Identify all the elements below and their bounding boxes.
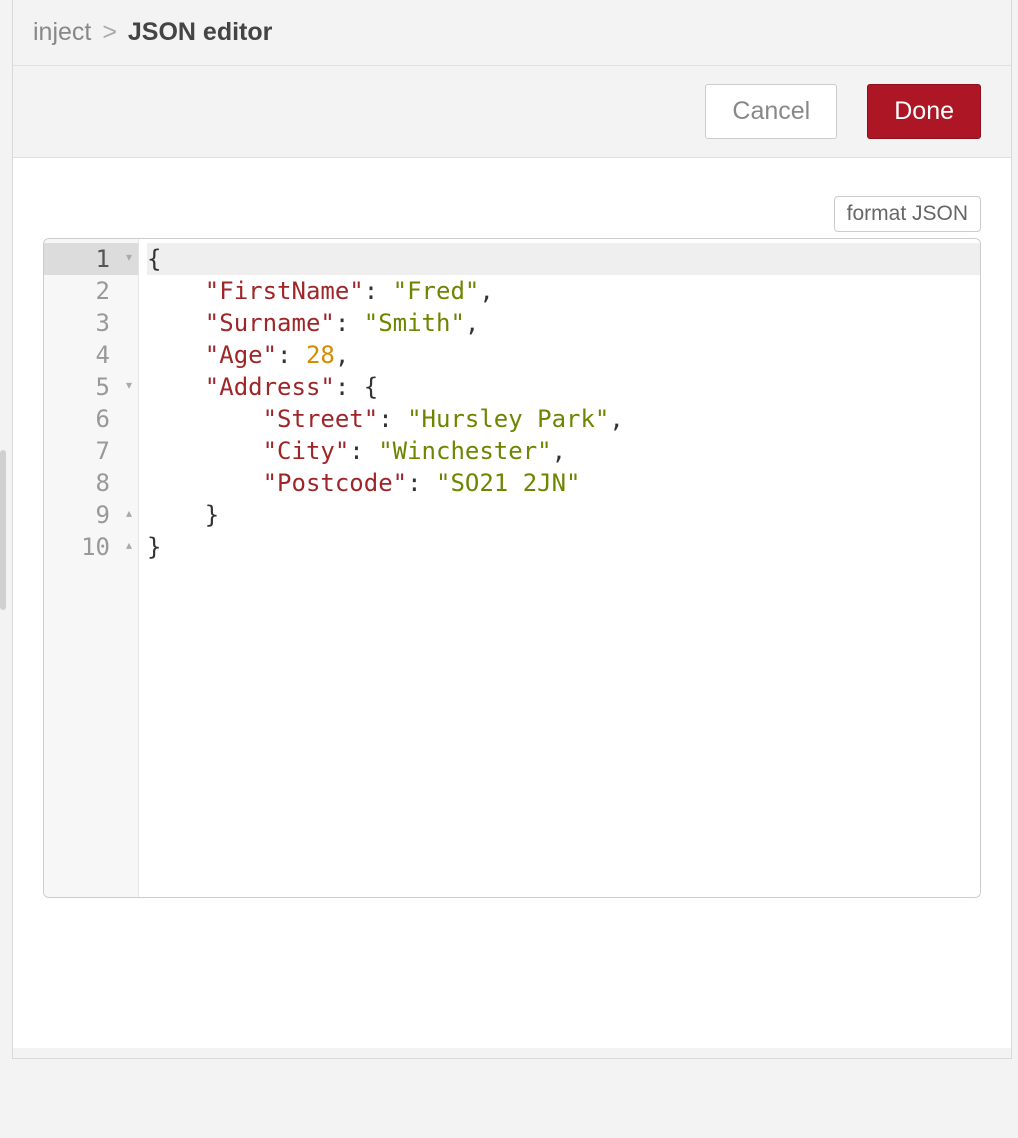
code-line[interactable]: { (147, 243, 980, 275)
gutter-line: 4 (44, 339, 138, 371)
token-punct: , (335, 341, 349, 369)
token-punct: , (465, 309, 479, 337)
token-str: "Winchester" (378, 437, 551, 465)
content-area: format JSON 12345678910 { "FirstName": "… (13, 158, 1011, 1058)
token-num: 28 (306, 341, 335, 369)
token-punct: : (364, 277, 393, 305)
fold-open-icon[interactable] (126, 370, 132, 402)
gutter-line: 7 (44, 435, 138, 467)
gutter-line: 5 (44, 371, 138, 403)
gutter-line: 3 (44, 307, 138, 339)
token-punct: : (277, 341, 306, 369)
token-str: "Smith" (364, 309, 465, 337)
token-punct: : (407, 469, 436, 497)
json-editor[interactable]: 12345678910 { "FirstName": "Fred", "Surn… (43, 238, 981, 898)
gutter-line: 10 (44, 531, 138, 563)
fold-open-icon[interactable] (126, 242, 132, 274)
breadcrumb-parent[interactable]: inject (33, 18, 91, 46)
gutter-line: 1 (44, 243, 138, 275)
token-key: "Street" (263, 405, 379, 433)
token-punct: : { (335, 373, 378, 401)
token-punct: : (378, 405, 407, 433)
token-punct: } (205, 501, 219, 529)
format-row: format JSON (43, 196, 981, 232)
breadcrumb-separator: > (102, 18, 117, 46)
gutter-line: 9 (44, 499, 138, 531)
token-str: "Fred" (393, 277, 480, 305)
editor-gutter: 12345678910 (44, 239, 139, 897)
token-key: "Surname" (205, 309, 335, 337)
token-key: "Postcode" (263, 469, 408, 497)
fold-close-icon[interactable] (126, 498, 132, 530)
token-punct: { (147, 245, 161, 273)
token-punct: : (349, 437, 378, 465)
cancel-button[interactable]: Cancel (705, 84, 837, 139)
token-key: "Address" (205, 373, 335, 401)
code-line[interactable]: "Address": { (147, 371, 980, 403)
gutter-line: 6 (44, 403, 138, 435)
token-key: "FirstName" (205, 277, 364, 305)
window-scrollbar-stub (0, 450, 6, 610)
fold-close-icon[interactable] (126, 530, 132, 562)
token-str: "SO21 2JN" (436, 469, 581, 497)
token-punct: , (552, 437, 566, 465)
token-key: "City" (263, 437, 350, 465)
breadcrumb-current: JSON editor (128, 18, 272, 46)
gutter-line: 8 (44, 467, 138, 499)
token-key: "Age" (205, 341, 277, 369)
editor-code[interactable]: { "FirstName": "Fred", "Surname": "Smith… (139, 239, 980, 897)
breadcrumb: inject > JSON editor (13, 0, 1011, 66)
token-str: "Hursley Park" (407, 405, 609, 433)
token-punct: , (479, 277, 493, 305)
code-line[interactable]: } (147, 531, 980, 563)
gutter-line: 2 (44, 275, 138, 307)
code-line[interactable]: "Age": 28, (147, 339, 980, 371)
code-line[interactable]: } (147, 499, 980, 531)
token-punct: } (147, 533, 161, 561)
token-punct: , (609, 405, 623, 433)
done-button[interactable]: Done (867, 84, 981, 139)
toolbar: Cancel Done (13, 66, 1011, 158)
editor-tray: inject > JSON editor Cancel Done format … (12, 0, 1012, 1059)
code-line[interactable]: "Surname": "Smith", (147, 307, 980, 339)
format-json-button[interactable]: format JSON (834, 196, 981, 232)
token-punct: : (335, 309, 364, 337)
code-line[interactable]: "City": "Winchester", (147, 435, 980, 467)
code-line[interactable]: "Street": "Hursley Park", (147, 403, 980, 435)
code-line[interactable]: "Postcode": "SO21 2JN" (147, 467, 980, 499)
code-line[interactable]: "FirstName": "Fred", (147, 275, 980, 307)
